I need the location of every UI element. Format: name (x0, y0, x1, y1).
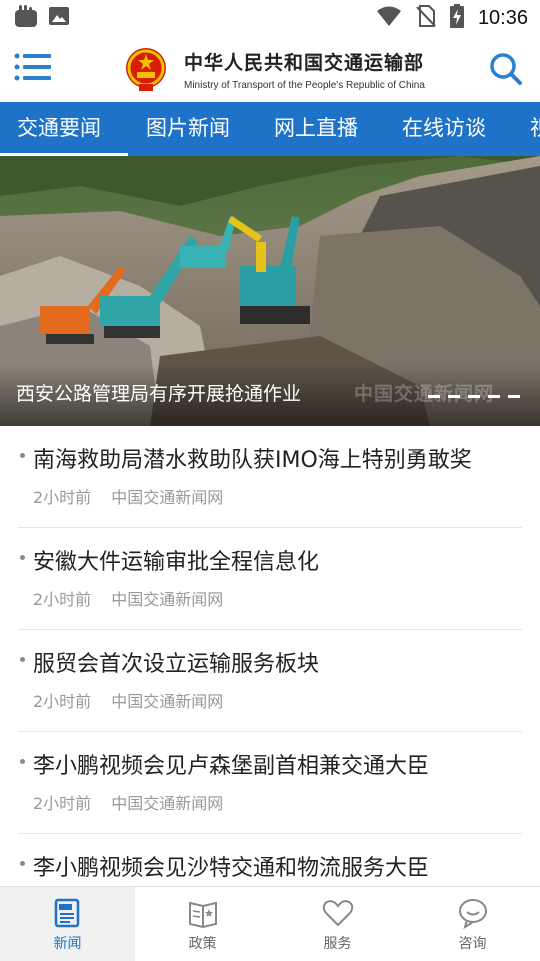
news-source: 中国交通新闻网 (111, 488, 224, 507)
bullet-dot (20, 657, 25, 662)
national-emblem-logo (124, 46, 168, 92)
tab-photo-news[interactable]: 图片新闻 (146, 102, 230, 156)
brand-title: 中华人民共和国交通运输部 Ministry of Transport of th… (184, 48, 425, 91)
nav-consult-label: 咨询 (458, 936, 487, 952)
ministry-name-en: Ministry of Transport of the People's Re… (184, 80, 425, 91)
hero-caption: 西安公路管理局有序开展抢通作业 (16, 383, 302, 405)
nav-news[interactable]: 新闻 (0, 887, 135, 961)
nav-news-label: 新闻 (53, 936, 82, 952)
nav-policy-label: 政策 (188, 936, 217, 952)
bottom-navigation: 新闻 政策 服务 咨询 (0, 886, 540, 961)
news-icon (54, 898, 79, 928)
news-item[interactable]: 南海救助局潜水救助队获IMO海上特别勇敢奖 2小时前 中国交通新闻网 (18, 426, 522, 528)
battery-charging-icon (449, 4, 464, 32)
heart-icon (322, 900, 353, 927)
wifi-icon (376, 5, 402, 31)
news-title: 服贸会首次设立运输服务板块 (33, 652, 320, 677)
news-item[interactable]: 李小鹏视频会见沙特交通和物流服务大臣 (18, 834, 522, 886)
nav-policy[interactable]: 政策 (135, 887, 270, 961)
bullet-dot (20, 555, 25, 560)
nav-consult[interactable]: 咨询 (405, 887, 540, 961)
category-tab-bar: 交通要闻 图片新闻 网上直播 在线访谈 视 (0, 102, 540, 156)
hero-watermark: 中国交通新闻网 (354, 383, 495, 405)
menu-button[interactable] (14, 50, 54, 86)
news-source: 中国交通新闻网 (111, 692, 224, 711)
app-notification-icon (14, 4, 38, 32)
news-meta: 2小时前 中国交通新闻网 (33, 586, 223, 610)
carousel-dot[interactable] (468, 395, 480, 398)
news-meta: 2小时前 中国交通新闻网 (33, 484, 223, 508)
news-title: 李小鹏视频会见沙特交通和物流服务大臣 (33, 856, 430, 881)
app-header: 中华人民共和国交通运输部 Ministry of Transport of th… (0, 36, 540, 102)
ministry-name-cn: 中华人民共和国交通运输部 (184, 52, 425, 74)
tab-live-broadcast[interactable]: 网上直播 (274, 102, 358, 156)
clock: 10:36 (477, 6, 528, 29)
tab-online-interview[interactable]: 在线访谈 (402, 102, 486, 156)
carousel-dot[interactable] (488, 395, 500, 398)
bullet-dot (20, 861, 25, 866)
carousel-dot[interactable] (428, 395, 440, 398)
hero-carousel[interactable]: 中国交通新闻网 西安公路管理局有序开展抢通作业 (0, 156, 540, 426)
news-source: 中国交通新闻网 (111, 590, 224, 609)
news-time: 2小时前 (33, 488, 92, 507)
news-meta: 2小时前 中国交通新闻网 (33, 688, 223, 712)
news-meta: 2小时前 中国交通新闻网 (33, 790, 223, 814)
news-title: 南海救助局潜水救助队获IMO海上特别勇敢奖 (33, 448, 472, 473)
news-time: 2小时前 (33, 692, 92, 711)
bullet-dot (20, 759, 25, 764)
nav-service[interactable]: 服务 (270, 887, 405, 961)
news-item[interactable]: 李小鹏视频会见卢森堡副首相兼交通大臣 2小时前 中国交通新闻网 (18, 732, 522, 834)
search-icon (490, 53, 522, 85)
news-title: 安徽大件运输审批全程信息化 (33, 550, 320, 575)
bullet-dot (20, 453, 25, 458)
menu-icon (14, 53, 51, 81)
news-source: 中国交通新闻网 (111, 794, 224, 813)
news-list: 南海救助局潜水救助队获IMO海上特别勇敢奖 2小时前 中国交通新闻网 安徽大件运输… (0, 426, 540, 886)
news-title: 李小鹏视频会见卢森堡副首相兼交通大臣 (33, 754, 430, 779)
carousel-indicator (428, 395, 520, 398)
news-time: 2小时前 (33, 590, 92, 609)
tab-video[interactable]: 视 (530, 102, 540, 156)
tab-traffic-news[interactable]: 交通要闻 (0, 102, 128, 156)
news-item[interactable]: 安徽大件运输审批全程信息化 2小时前 中国交通新闻网 (18, 528, 522, 630)
carousel-dot[interactable] (508, 395, 520, 398)
news-time: 2小时前 (33, 794, 92, 813)
search-button[interactable] (488, 51, 524, 87)
policy-icon (188, 901, 217, 929)
status-bar: 10:36 (0, 0, 540, 36)
no-sim-icon (416, 4, 436, 32)
carousel-dot[interactable] (448, 395, 460, 398)
nav-service-label: 服务 (323, 936, 352, 952)
chat-bubble-icon (458, 899, 487, 929)
news-item[interactable]: 服贸会首次设立运输服务板块 2小时前 中国交通新闻网 (18, 630, 522, 732)
hero-caption-bar: 中国交通新闻网 西安公路管理局有序开展抢通作业 (0, 364, 540, 426)
image-notification-icon (48, 5, 70, 31)
